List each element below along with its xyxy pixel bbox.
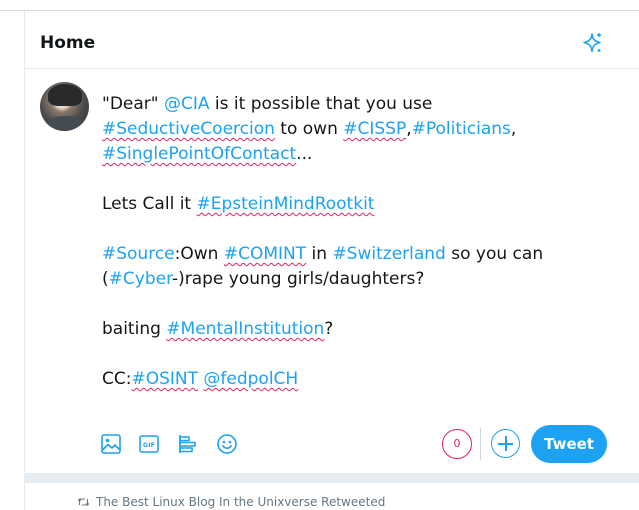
toolbar-divider bbox=[480, 428, 481, 460]
gif-label: GIF bbox=[143, 441, 155, 449]
text-segment: is it possible that you use bbox=[209, 94, 433, 114]
hashtag-link[interactable]: #Politicians bbox=[412, 119, 511, 139]
sparkle-icon[interactable] bbox=[580, 31, 604, 55]
image-icon[interactable] bbox=[100, 433, 122, 455]
text-segment: ? bbox=[324, 319, 334, 339]
retweet-context[interactable]: The Best Linux Blog In the Unixverse Ret… bbox=[77, 495, 385, 509]
compose-paragraph: #Source:Own #COMINT in #Switzerland so y… bbox=[102, 242, 622, 292]
text-segment: CC: bbox=[102, 369, 132, 389]
hashtag-link[interactable]: #EpsteinMindRootkit bbox=[197, 194, 375, 214]
retweet-label: The Best Linux Blog In the Unixverse Ret… bbox=[96, 495, 386, 509]
text-segment: Lets Call it bbox=[102, 194, 197, 214]
add-tweet-button[interactable] bbox=[491, 429, 520, 458]
text-segment: in bbox=[306, 244, 333, 264]
hashtag-link[interactable]: #COMINT bbox=[224, 244, 306, 264]
text-segment: , bbox=[510, 119, 517, 139]
compose-toolbar: GIF 0 Tweet bbox=[25, 425, 639, 463]
section-divider bbox=[25, 473, 639, 483]
text-segment: ... bbox=[296, 144, 313, 164]
mention-link[interactable]: @CIA bbox=[164, 94, 210, 114]
compose-textarea[interactable]: "Dear" @CIA is it possible that you use … bbox=[102, 92, 622, 392]
hashtag-link[interactable]: #MentalInstitution bbox=[166, 319, 324, 339]
hashtag-link[interactable]: #Source bbox=[102, 244, 175, 264]
page-title: Home bbox=[40, 33, 96, 53]
emoji-icon[interactable] bbox=[216, 433, 238, 455]
hashtag-link[interactable]: #SinglePointOfContact bbox=[102, 144, 296, 164]
compose-paragraph: baiting #MentalInstitution? bbox=[102, 317, 622, 342]
hashtag-link[interactable]: #OSINT bbox=[131, 369, 198, 389]
hashtag-link[interactable]: #CISSP bbox=[343, 119, 406, 139]
compose-paragraph: "Dear" @CIA is it possible that you use … bbox=[102, 92, 622, 167]
poll-icon[interactable] bbox=[177, 433, 199, 455]
avatar-hair bbox=[48, 84, 82, 106]
text-segment: ( bbox=[102, 269, 109, 289]
avatar-shoulders bbox=[44, 116, 86, 131]
text-segment: so you can bbox=[445, 244, 544, 264]
mention-link[interactable]: @fedpolCH bbox=[203, 369, 298, 389]
retweet-icon bbox=[77, 498, 90, 506]
timeline-header: Home bbox=[25, 11, 639, 69]
text-segment: baiting bbox=[102, 319, 167, 339]
tweet-button[interactable]: Tweet bbox=[531, 425, 607, 463]
text-segment: :Own bbox=[174, 244, 224, 264]
text-segment: to own bbox=[274, 119, 344, 139]
character-counter: 0 bbox=[442, 429, 472, 459]
gif-icon[interactable]: GIF bbox=[138, 433, 160, 455]
text-segment: -)rape young girls/daughters? bbox=[171, 269, 425, 289]
avatar[interactable] bbox=[40, 82, 89, 131]
compose-paragraph: CC:#OSINT @fedpolCH bbox=[102, 367, 622, 392]
hashtag-link[interactable]: #SeductiveCoercion bbox=[102, 119, 275, 139]
text-segment: "Dear" bbox=[102, 94, 164, 114]
compose-paragraph: Lets Call it #EpsteinMindRootkit bbox=[102, 192, 622, 217]
hashtag-link[interactable]: #Switzerland bbox=[332, 244, 445, 264]
hashtag-link[interactable]: #Cyber bbox=[109, 269, 172, 289]
timeline-column: Home "Dear" @CIA is it possible that you… bbox=[24, 11, 639, 510]
